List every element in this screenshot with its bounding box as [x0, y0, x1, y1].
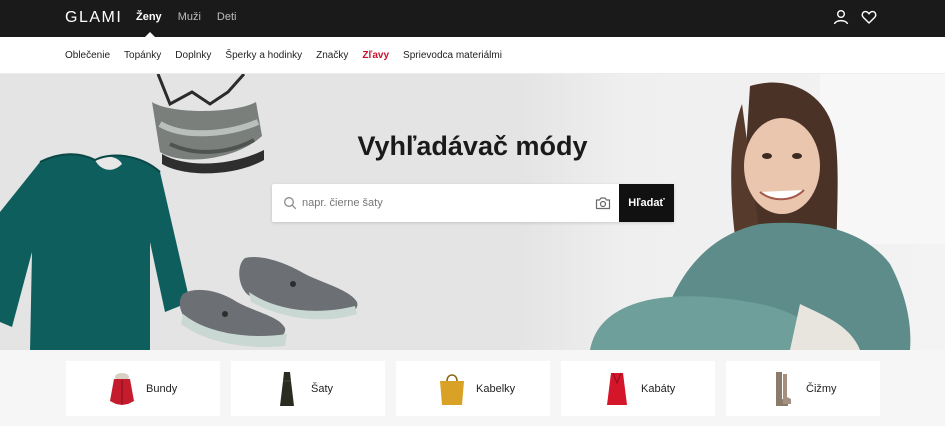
search-box: Hľadať [272, 184, 674, 222]
tan-boots-icon [776, 371, 791, 406]
header-actions [833, 9, 877, 25]
camera-icon[interactable] [595, 196, 611, 210]
category-label-jackets: Bundy [146, 382, 178, 395]
sneakers-image [179, 256, 358, 348]
teal-sweater-image [0, 153, 190, 350]
tab-kids-label: Deti [216, 11, 237, 23]
top-bar: GLAMI Ženy Muži Deti [0, 0, 945, 37]
nav-item-clothing[interactable]: Oblečenie [65, 50, 110, 61]
tab-women[interactable]: Ženy [136, 0, 170, 37]
category-label-handbags: Kabelky [476, 382, 516, 395]
mustard-handbag-icon [440, 373, 464, 405]
nav-item-materials-guide[interactable]: Sprievodca materiálmi [403, 50, 502, 61]
category-cards: Bundy Šaty Kabelky Kabáty Čižmy [0, 350, 945, 426]
red-jacket-icon [110, 372, 134, 405]
hero-title: Vyhľadávač módy [357, 131, 588, 161]
search-icon [284, 197, 297, 210]
tab-men-label: Muži [177, 11, 201, 23]
search-button[interactable]: Hľadať [619, 184, 674, 222]
category-card-dresses[interactable]: Šaty [231, 361, 385, 416]
gender-tabs: Ženy Muži Deti [136, 0, 252, 37]
user-icon[interactable] [833, 9, 849, 25]
search-input[interactable] [302, 184, 592, 222]
category-label-boots: Čižmy [806, 382, 837, 395]
nav-item-sale[interactable]: Zľavy [362, 50, 389, 61]
category-card-coats[interactable]: Kabáty [561, 361, 715, 416]
category-label-dresses: Šaty [311, 382, 334, 395]
nav-item-jewelry-watches[interactable]: Šperky a hodinky [225, 50, 302, 61]
tab-women-label: Ženy [136, 11, 162, 23]
tab-kids[interactable]: Deti [217, 0, 245, 37]
nav-item-shoes[interactable]: Topánky [124, 50, 161, 61]
category-card-handbags[interactable]: Kabelky [396, 361, 550, 416]
tab-men[interactable]: Muži [178, 0, 209, 37]
red-coat-icon [607, 372, 627, 405]
category-label-coats: Kabáty [641, 382, 676, 395]
category-card-jackets[interactable]: Bundy [66, 361, 220, 416]
heart-icon[interactable] [861, 9, 877, 25]
category-nav: Oblečenie Topánky Doplnky Šperky a hodin… [0, 37, 945, 74]
hero-banner: Vyhľadávač módy Hľadať [0, 74, 945, 350]
glami-logo[interactable]: GLAMI [65, 9, 122, 27]
category-card-boots[interactable]: Čižmy [726, 361, 880, 416]
category-nav-list: Oblečenie Topánky Doplnky Šperky a hodin… [65, 37, 516, 74]
nav-item-brands[interactable]: Značky [316, 50, 348, 61]
nav-item-accessories[interactable]: Doplnky [175, 50, 211, 61]
dark-dress-icon [280, 371, 294, 406]
